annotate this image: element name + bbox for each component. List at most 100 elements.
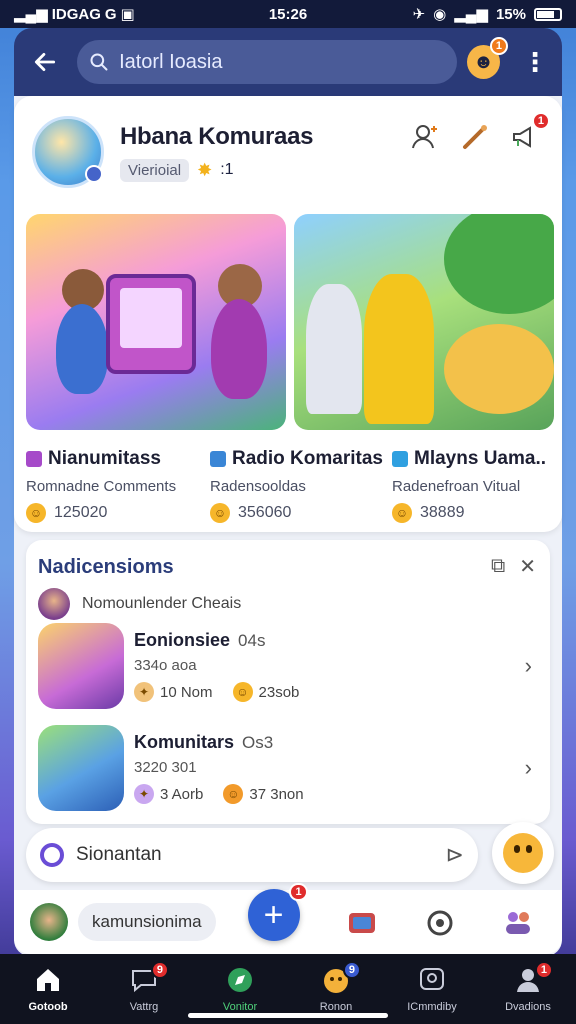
gmail-icon: G — [104, 5, 117, 23]
tile-2-name: Radio Komaritas — [232, 448, 383, 469]
emoji-face-icon — [503, 833, 543, 873]
camera-icon[interactable] — [424, 906, 456, 938]
emoji-button[interactable] — [492, 822, 554, 884]
tile-3-count: 38889 — [420, 504, 465, 521]
community-card: Hbana Komuraas Vierioial ✸ :1 1 Nianumit… — [14, 96, 562, 532]
nav-badge: 9 — [150, 961, 169, 979]
nav-label: Vattrg — [129, 1001, 159, 1013]
create-badge: 1 — [289, 883, 308, 901]
tile-1-color-icon — [26, 451, 42, 467]
notification-time: Os3 — [242, 733, 274, 752]
group-icon[interactable] — [502, 906, 534, 938]
rocket-icon: ✦ — [134, 682, 154, 702]
edit-button[interactable] — [460, 122, 490, 152]
community-actions: 1 — [410, 112, 550, 152]
compass-icon — [228, 968, 252, 992]
status-bar: ▂▄▆ IDGAG G ▣ 15:26 ✈ ◉ ▂▄▆ 15% — [0, 0, 576, 28]
notification-stat: 23sob — [258, 683, 300, 701]
chevron-right-icon: › — [524, 653, 532, 678]
search-bar[interactable]: Iatorl Ioasia — [77, 40, 457, 84]
nav-community[interactable]: ICmmdiby — [384, 954, 480, 1024]
laptop-illustration — [106, 274, 196, 374]
tile-1-desc: Romnadne Comments — [26, 478, 177, 495]
notifications-card: Nadicensioms ⧉ ✕ Nomounlender Cheais Eon… — [26, 540, 550, 824]
avatar-badge: 1 — [489, 37, 508, 55]
add-member-button[interactable] — [410, 122, 440, 152]
message-composer: Sionantan ⊳ — [26, 828, 478, 882]
community-icon — [420, 968, 444, 990]
notification-item[interactable]: Komunitars Os3 3220 301 ✦ 3 Aorb ☺ 37 3non … — [38, 724, 538, 812]
star-icon: ✦ — [134, 784, 154, 804]
smiley-face-icon: ☻ — [472, 50, 494, 73]
smile-icon: ☺ — [223, 784, 244, 804]
close-icon[interactable]: ✕ — [519, 554, 536, 579]
sparkle-count: :1 — [220, 161, 234, 178]
tile-3-color-icon — [392, 451, 408, 467]
add-person-icon — [412, 125, 437, 149]
expand-icon[interactable]: ⧉ — [491, 555, 505, 578]
notification-title: Eonionsiee — [134, 630, 231, 650]
notifications-button[interactable]: 1 — [510, 112, 550, 152]
message-input[interactable]: Sionantan — [76, 844, 446, 866]
tile-1[interactable]: Nianumitass Romnadne Comments ☺ 125020 — [26, 448, 204, 523]
app-notification-icon: ▣ — [120, 6, 135, 23]
create-post-button[interactable]: + 1 — [247, 883, 308, 941]
notifications-badge: 1 — [531, 112, 550, 130]
nav-profile[interactable]: 1 Dvadions — [480, 954, 576, 1024]
search-input[interactable]: Iatorl Ioasia — [119, 51, 222, 74]
arrow-left-icon — [34, 53, 55, 71]
tile-3[interactable]: Mlayns Uama.. Radenefroan Vitual ☺ 38889 — [392, 448, 570, 523]
tile-1-count: 125020 — [54, 504, 108, 521]
cover-image-family[interactable] — [294, 214, 554, 430]
tile-2-count: 356060 — [238, 504, 292, 521]
camera-ring-icon[interactable] — [40, 843, 64, 867]
smile-icon: ☺ — [392, 503, 412, 523]
notification-item[interactable]: Eonionsiee 04s 334o aoa ✦ 10 Nom ☺ 23sob › — [38, 622, 538, 710]
sparkle-icon: ✸ — [197, 159, 213, 180]
smile-icon: ☺ — [232, 682, 253, 702]
tile-2[interactable]: Radio Komaritas Radensooldas ☺ 356060 — [210, 448, 388, 523]
tile-3-name: Mlayns Uama.. — [414, 448, 546, 469]
main-content: Hbana Komuraas Vierioial ✸ :1 1 Nianumit… — [14, 96, 562, 956]
wand-icon — [463, 125, 487, 149]
battery-icon — [534, 7, 562, 21]
bottom-navigation: Gotoob 9 Vattrg Vonitor 9 Ronon ICmmdiby… — [0, 954, 576, 1024]
plus-icon: + — [263, 895, 284, 934]
community-meta: Vierioial ✸ :1 — [120, 158, 313, 182]
profile-avatar[interactable]: ☻ 1 — [466, 37, 508, 79]
nav-badge: 1 — [534, 961, 553, 979]
nav-chat[interactable]: 9 Vattrg — [96, 954, 192, 1024]
media-icon[interactable] — [346, 906, 378, 938]
tile-3-desc: Radenefroan Vitual — [392, 478, 521, 495]
home-indicator[interactable] — [188, 1013, 388, 1018]
status-carrier: IDGAG — [51, 5, 101, 23]
nav-badge: 9 — [342, 961, 361, 979]
signal-icon: ▂▄▆ — [14, 6, 48, 23]
community-pill[interactable]: kamunsionima — [78, 903, 216, 941]
notifications-actions: ⧉ ✕ — [491, 554, 536, 579]
battery-percent: 15% — [495, 5, 526, 23]
community-avatar[interactable] — [32, 116, 104, 188]
notification-sender[interactable]: Nomounlender Cheais — [38, 588, 241, 620]
back-button[interactable] — [28, 45, 61, 79]
send-icon[interactable]: ⊳ — [446, 842, 464, 868]
community-type-chip: Vierioial — [120, 158, 190, 182]
notification-stat: 37 3non — [249, 785, 304, 803]
notification-thumbnail — [38, 623, 124, 709]
airplane-icon: ✈ — [412, 6, 426, 23]
tile-2-desc: Radensooldas — [210, 478, 306, 495]
chevron-right-icon: › — [524, 755, 532, 780]
notification-subtitle: 334o aoa — [134, 657, 197, 674]
user-avatar[interactable] — [30, 903, 68, 941]
more-options-button[interactable]: ⋮ — [522, 49, 548, 75]
cell-signal-icon: ▂▄▆ — [454, 6, 488, 23]
status-left: ▂▄▆ IDGAG G ▣ — [14, 5, 413, 24]
nav-home[interactable]: Gotoob — [0, 954, 96, 1024]
cover-image-tech-kids[interactable] — [26, 214, 286, 430]
home-icon — [37, 969, 59, 991]
notification-title: Komunitars — [134, 732, 235, 752]
nav-label: ICmmdiby — [407, 1001, 457, 1013]
tile-1-name: Nianumitass — [48, 448, 161, 469]
nav-label: Vonitor — [222, 1001, 258, 1013]
action-bar: kamunsionima + 1 — [14, 883, 562, 954]
